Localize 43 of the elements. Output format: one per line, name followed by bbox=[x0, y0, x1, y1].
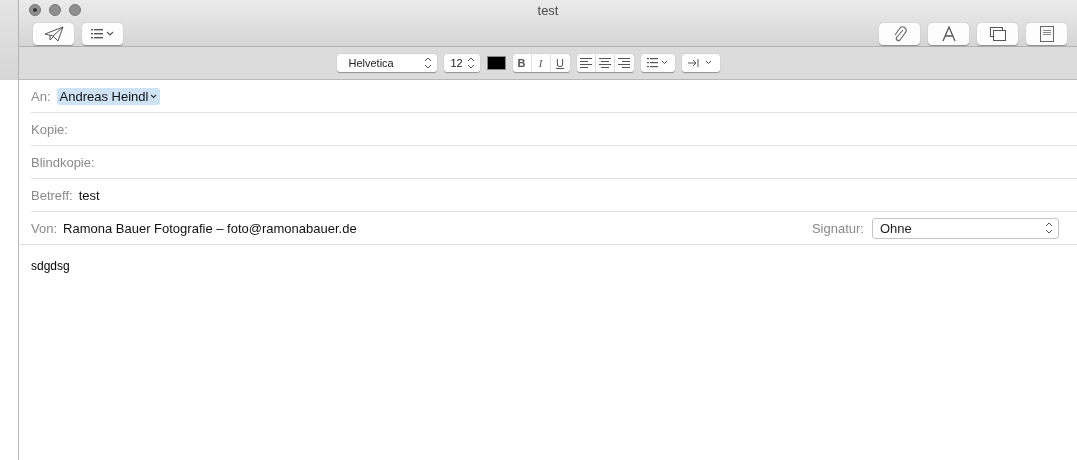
document-icon bbox=[1039, 26, 1054, 42]
align-icon bbox=[579, 58, 592, 68]
field-label: Kopie: bbox=[31, 121, 68, 137]
stepper-icon bbox=[1045, 222, 1053, 234]
send-button[interactable] bbox=[33, 23, 74, 45]
paperclip-icon bbox=[892, 25, 907, 43]
stepper-icon bbox=[423, 57, 432, 69]
field-label: An: bbox=[31, 88, 51, 104]
photo-browser-button[interactable] bbox=[977, 23, 1018, 45]
signature-label: Signatur: bbox=[811, 220, 864, 236]
format-button[interactable] bbox=[1026, 23, 1067, 45]
list-style-button[interactable] bbox=[640, 54, 675, 72]
field-value[interactable]: test bbox=[78, 187, 100, 203]
text-style-button[interactable]: I bbox=[531, 54, 551, 72]
signature-select[interactable]: Ohne bbox=[872, 217, 1059, 239]
sender-value[interactable]: Ramona Bauer Fotografie – foto@ramonabauer.de bbox=[63, 220, 357, 236]
close-button[interactable] bbox=[29, 4, 41, 16]
font-select[interactable]: Helvetica bbox=[336, 54, 437, 72]
stepper-icon bbox=[466, 57, 475, 69]
text-style-button[interactable]: U bbox=[550, 54, 570, 72]
text-color-button[interactable] bbox=[486, 56, 506, 70]
list-dropdown-button[interactable] bbox=[82, 23, 123, 45]
list-caret-icon bbox=[646, 58, 669, 68]
minimize-button[interactable] bbox=[49, 4, 61, 16]
attachment-button[interactable] bbox=[879, 23, 920, 45]
paper-plane-icon bbox=[43, 26, 64, 42]
letter-icon bbox=[941, 26, 956, 42]
list-caret-icon bbox=[90, 29, 115, 39]
align-icon bbox=[598, 58, 611, 68]
window-title: test bbox=[537, 3, 559, 18]
message-body[interactable]: sdgdsg bbox=[19, 245, 1077, 460]
fonts-button[interactable] bbox=[928, 23, 969, 45]
field-label: Blindkopie: bbox=[31, 154, 95, 170]
size-select[interactable]: 12 bbox=[443, 54, 480, 72]
field-label: Betreff: bbox=[31, 187, 73, 203]
field-label: Von: bbox=[31, 220, 58, 236]
zoom-button[interactable] bbox=[69, 4, 81, 16]
caret-icon bbox=[150, 93, 158, 99]
indent-caret-icon bbox=[687, 58, 714, 68]
align-icon bbox=[618, 58, 630, 68]
windows-icon bbox=[989, 27, 1006, 41]
text-style-button[interactable]: B bbox=[512, 54, 532, 72]
recipient-token[interactable]: Andreas Heindl bbox=[56, 87, 161, 105]
